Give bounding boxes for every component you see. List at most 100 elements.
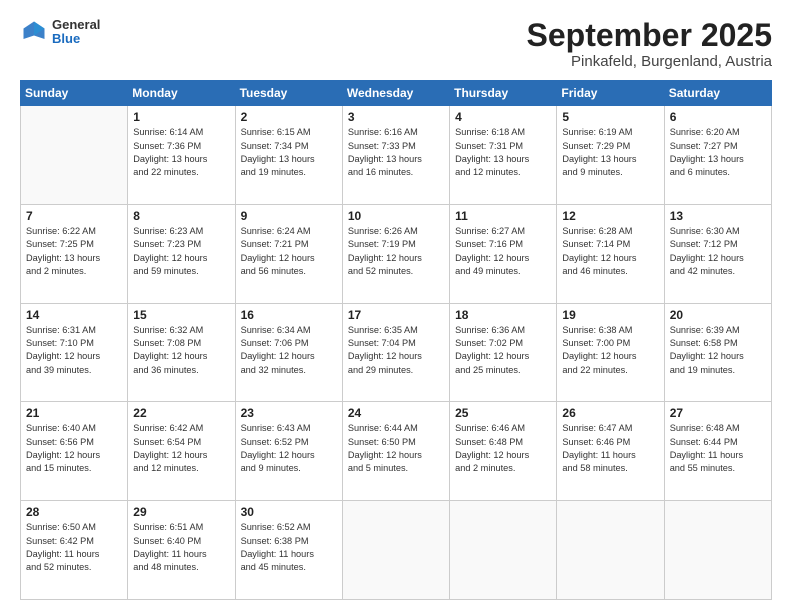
day-number: 25 — [455, 406, 551, 420]
day-info: Sunrise: 6:32 AMSunset: 7:08 PMDaylight:… — [133, 324, 229, 377]
day-number: 1 — [133, 110, 229, 124]
day-info: Sunrise: 6:19 AMSunset: 7:29 PMDaylight:… — [562, 126, 658, 179]
day-number: 29 — [133, 505, 229, 519]
day-info: Sunrise: 6:38 AMSunset: 7:00 PMDaylight:… — [562, 324, 658, 377]
day-info: Sunrise: 6:42 AMSunset: 6:54 PMDaylight:… — [133, 422, 229, 475]
day-number: 16 — [241, 308, 337, 322]
day-info: Sunrise: 6:47 AMSunset: 6:46 PMDaylight:… — [562, 422, 658, 475]
calendar-cell: 20 Sunrise: 6:39 AMSunset: 6:58 PMDayligh… — [664, 303, 771, 402]
calendar-header-monday: Monday — [128, 81, 235, 106]
calendar-cell: 2Sunrise: 6:15 AMSunset: 7:34 PMDaylight… — [235, 106, 342, 205]
day-info: Sunrise: 6:50 AMSunset: 6:42 PMDaylight:… — [26, 521, 122, 574]
calendar-cell — [21, 106, 128, 205]
calendar-cell: 3 Sunrise: 6:16 AMSunset: 7:33 PMDaylight… — [342, 106, 449, 205]
calendar-cell — [342, 501, 449, 600]
page: General Blue September 2025 Pinkafeld, B… — [0, 0, 792, 612]
calendar-cell: 15 Sunrise: 6:32 AMSunset: 7:08 PMDayligh… — [128, 303, 235, 402]
day-number: 17 — [348, 308, 444, 322]
calendar-header-thursday: Thursday — [450, 81, 557, 106]
calendar-cell: 9 Sunrise: 6:24 AMSunset: 7:21 PMDaylight… — [235, 204, 342, 303]
day-number: 2 — [241, 110, 337, 124]
calendar-header-saturday: Saturday — [664, 81, 771, 106]
logo-general: General — [52, 18, 100, 32]
calendar-cell: 12 Sunrise: 6:28 AMSunset: 7:14 PMDayligh… — [557, 204, 664, 303]
calendar-cell: 29Sunrise: 6:51 AMSunset: 6:40 PMDayligh… — [128, 501, 235, 600]
day-info: Sunrise: 6:24 AMSunset: 7:21 PMDaylight:… — [241, 225, 337, 278]
day-info: Sunrise: 6:14 AMSunset: 7:36 PMDaylight:… — [133, 126, 229, 179]
calendar-cell: 27 Sunrise: 6:48 AMSunset: 6:44 PMDayligh… — [664, 402, 771, 501]
day-info: Sunrise: 6:36 AMSunset: 7:02 PMDaylight:… — [455, 324, 551, 377]
calendar-cell: 4 Sunrise: 6:18 AMSunset: 7:31 PMDaylight… — [450, 106, 557, 205]
calendar-cell: 24Sunrise: 6:44 AMSunset: 6:50 PMDayligh… — [342, 402, 449, 501]
day-number: 24 — [348, 406, 444, 420]
calendar-cell: 25 Sunrise: 6:46 AMSunset: 6:48 PMDayligh… — [450, 402, 557, 501]
day-info: Sunrise: 6:34 AMSunset: 7:06 PMDaylight:… — [241, 324, 337, 377]
calendar-cell: 6 Sunrise: 6:20 AMSunset: 7:27 PMDaylight… — [664, 106, 771, 205]
logo-icon — [20, 18, 48, 46]
calendar-cell: 30Sunrise: 6:52 AMSunset: 6:38 PMDayligh… — [235, 501, 342, 600]
logo-text: General Blue — [52, 18, 100, 47]
calendar-cell: 21 Sunrise: 6:40 AMSunset: 6:56 PMDayligh… — [21, 402, 128, 501]
day-number: 6 — [670, 110, 766, 124]
day-info: Sunrise: 6:23 AMSunset: 7:23 PMDaylight:… — [133, 225, 229, 278]
day-number: 27 — [670, 406, 766, 420]
day-number: 9 — [241, 209, 337, 223]
calendar-cell: 7Sunrise: 6:22 AMSunset: 7:25 PMDaylight… — [21, 204, 128, 303]
title-block: September 2025 Pinkafeld, Burgenland, Au… — [527, 18, 772, 70]
calendar-header-sunday: Sunday — [21, 81, 128, 106]
day-info: Sunrise: 6:46 AMSunset: 6:48 PMDaylight:… — [455, 422, 551, 475]
day-info: Sunrise: 6:20 AMSunset: 7:27 PMDaylight:… — [670, 126, 766, 179]
day-info: Sunrise: 6:48 AMSunset: 6:44 PMDaylight:… — [670, 422, 766, 475]
day-info: Sunrise: 6:35 AMSunset: 7:04 PMDaylight:… — [348, 324, 444, 377]
calendar-cell: 17 Sunrise: 6:35 AMSunset: 7:04 PMDayligh… — [342, 303, 449, 402]
calendar-cell: 11 Sunrise: 6:27 AMSunset: 7:16 PMDayligh… — [450, 204, 557, 303]
day-info: Sunrise: 6:39 AMSunset: 6:58 PMDaylight:… — [670, 324, 766, 377]
week-row-2: 7Sunrise: 6:22 AMSunset: 7:25 PMDaylight… — [21, 204, 772, 303]
day-number: 19 — [562, 308, 658, 322]
calendar-header-tuesday: Tuesday — [235, 81, 342, 106]
day-info: Sunrise: 6:18 AMSunset: 7:31 PMDaylight:… — [455, 126, 551, 179]
day-number: 13 — [670, 209, 766, 223]
day-info: Sunrise: 6:28 AMSunset: 7:14 PMDaylight:… — [562, 225, 658, 278]
day-number: 10 — [348, 209, 444, 223]
day-info: Sunrise: 6:22 AMSunset: 7:25 PMDaylight:… — [26, 225, 122, 278]
day-info: Sunrise: 6:40 AMSunset: 6:56 PMDaylight:… — [26, 422, 122, 475]
calendar-cell: 23Sunrise: 6:43 AMSunset: 6:52 PMDayligh… — [235, 402, 342, 501]
day-number: 5 — [562, 110, 658, 124]
calendar-cell: 1 Sunrise: 6:14 AMSunset: 7:36 PMDaylight… — [128, 106, 235, 205]
calendar-header-friday: Friday — [557, 81, 664, 106]
day-number: 4 — [455, 110, 551, 124]
calendar-cell: 8 Sunrise: 6:23 AMSunset: 7:23 PMDaylight… — [128, 204, 235, 303]
calendar-cell — [557, 501, 664, 600]
day-number: 28 — [26, 505, 122, 519]
day-number: 20 — [670, 308, 766, 322]
calendar-cell: 19 Sunrise: 6:38 AMSunset: 7:00 PMDayligh… — [557, 303, 664, 402]
week-row-1: 1 Sunrise: 6:14 AMSunset: 7:36 PMDaylight… — [21, 106, 772, 205]
day-number: 8 — [133, 209, 229, 223]
day-number: 26 — [562, 406, 658, 420]
calendar-cell: 10Sunrise: 6:26 AMSunset: 7:19 PMDayligh… — [342, 204, 449, 303]
day-info: Sunrise: 6:27 AMSunset: 7:16 PMDaylight:… — [455, 225, 551, 278]
calendar-cell — [664, 501, 771, 600]
calendar-cell: 14Sunrise: 6:31 AMSunset: 7:10 PMDayligh… — [21, 303, 128, 402]
week-row-4: 21 Sunrise: 6:40 AMSunset: 6:56 PMDayligh… — [21, 402, 772, 501]
logo-blue: Blue — [52, 32, 100, 46]
calendar-cell: 22 Sunrise: 6:42 AMSunset: 6:54 PMDayligh… — [128, 402, 235, 501]
day-number: 15 — [133, 308, 229, 322]
day-number: 12 — [562, 209, 658, 223]
day-number: 18 — [455, 308, 551, 322]
logo: General Blue — [20, 18, 100, 47]
calendar-table: SundayMondayTuesdayWednesdayThursdayFrid… — [20, 80, 772, 600]
week-row-3: 14Sunrise: 6:31 AMSunset: 7:10 PMDayligh… — [21, 303, 772, 402]
day-number: 11 — [455, 209, 551, 223]
day-number: 30 — [241, 505, 337, 519]
day-info: Sunrise: 6:30 AMSunset: 7:12 PMDaylight:… — [670, 225, 766, 278]
week-row-5: 28 Sunrise: 6:50 AMSunset: 6:42 PMDayligh… — [21, 501, 772, 600]
day-number: 22 — [133, 406, 229, 420]
main-title: September 2025 — [527, 18, 772, 53]
day-number: 3 — [348, 110, 444, 124]
day-info: Sunrise: 6:16 AMSunset: 7:33 PMDaylight:… — [348, 126, 444, 179]
day-number: 21 — [26, 406, 122, 420]
calendar-cell: 26 Sunrise: 6:47 AMSunset: 6:46 PMDayligh… — [557, 402, 664, 501]
calendar-cell: 28 Sunrise: 6:50 AMSunset: 6:42 PMDayligh… — [21, 501, 128, 600]
